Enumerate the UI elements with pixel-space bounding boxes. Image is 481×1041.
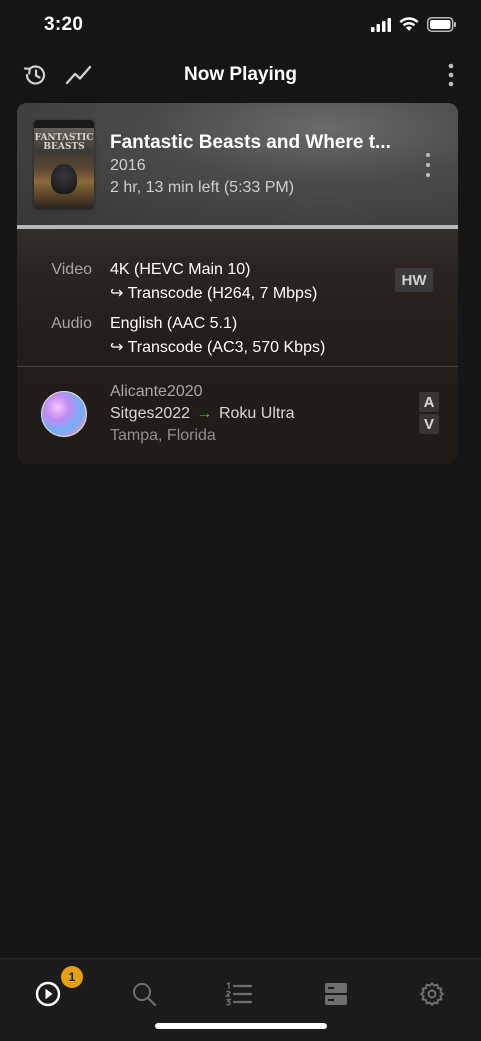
page-title: Now Playing	[184, 64, 297, 85]
play-circle-icon	[35, 981, 61, 1007]
audio-label: Audio	[51, 315, 92, 332]
progress-fill	[17, 225, 458, 229]
dot-icon	[426, 163, 430, 167]
battery-icon	[427, 17, 456, 32]
player-name: Roku Ultra	[218, 405, 295, 422]
audio-transcode: ↪ Transcode (AC3, 570 Kbps)	[110, 339, 326, 356]
time-left: 2 hr, 13 min left (5:33 PM)	[110, 179, 295, 196]
home-indicator	[155, 1023, 327, 1029]
movie-poster: FANTASTIC BEASTS	[34, 120, 94, 208]
audio-source: English (AAC 5.1)	[110, 315, 238, 332]
user-location: Tampa, Florida	[110, 427, 216, 444]
wifi-icon	[399, 17, 419, 31]
session-card[interactable]: FANTASTIC BEASTS Fantastic Beasts and Wh…	[17, 103, 458, 464]
dot-icon	[426, 173, 430, 177]
dot-icon	[426, 153, 430, 157]
now-playing-count-badge: 1	[61, 966, 83, 988]
movie-title: Fantastic Beasts and Where t...	[110, 132, 391, 153]
status-bar: 3:20	[0, 0, 481, 52]
tab-settings[interactable]	[412, 977, 452, 1011]
video-label: Video	[51, 261, 92, 278]
server-name: Sitges2022	[110, 405, 191, 422]
cellular-signal-icon	[371, 17, 391, 32]
user-name: Alicante2020	[110, 383, 203, 400]
video-transcode: ↪ Transcode (H264, 7 Mbps)	[110, 285, 318, 302]
status-time: 3:20	[44, 14, 84, 35]
poster-title: FANTASTIC BEASTS	[34, 133, 94, 152]
status-icons	[371, 17, 457, 32]
gear-icon	[420, 982, 444, 1006]
user-avatar	[41, 391, 87, 437]
movie-year: 2016	[110, 157, 146, 174]
more-button[interactable]	[436, 60, 466, 90]
search-icon	[133, 983, 157, 1007]
arrow-right-icon: →	[196, 405, 213, 422]
stream-route: Sitges2022 → Roku Ultra	[110, 405, 295, 423]
tab-servers[interactable]	[316, 977, 356, 1011]
audio-badge: A	[419, 392, 439, 412]
tab-list[interactable]	[219, 977, 259, 1011]
video-badge: V	[419, 414, 439, 434]
numbered-list-icon	[225, 982, 253, 1006]
top-bar: Now Playing	[0, 52, 481, 98]
hw-badge: HW	[395, 268, 433, 292]
divider	[17, 366, 458, 367]
tab-search[interactable]	[124, 977, 164, 1011]
video-source: 4K (HEVC Main 10)	[110, 261, 251, 278]
session-more-button[interactable]	[420, 153, 436, 177]
playback-progress	[17, 225, 458, 229]
more-vertical-icon	[448, 63, 454, 87]
server-icon	[325, 983, 347, 1005]
